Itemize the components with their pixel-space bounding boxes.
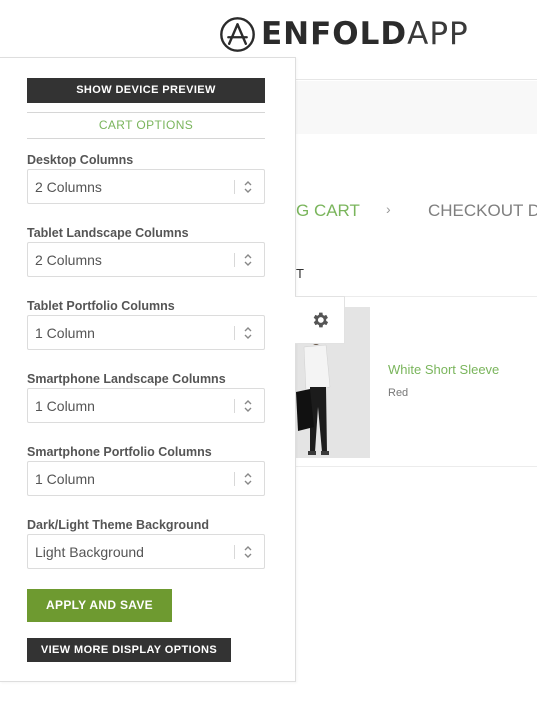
select-divider bbox=[234, 180, 235, 194]
tablet-landscape-columns-label: Tablet Landscape Columns bbox=[27, 226, 189, 240]
up-down-chevron-icon bbox=[244, 473, 252, 485]
cart-options-panel: SHOW DEVICE PREVIEW CART OPTIONS Desktop… bbox=[0, 57, 296, 682]
checkout-steps: G CART › CHECKOUT D bbox=[296, 201, 537, 225]
tablet-landscape-columns-select[interactable]: 2 Columns bbox=[27, 242, 265, 277]
select-value: 1 Column bbox=[35, 325, 95, 341]
select-divider bbox=[234, 399, 235, 413]
up-down-chevron-icon bbox=[244, 546, 252, 558]
select-value: 2 Columns bbox=[35, 179, 102, 195]
up-down-chevron-icon bbox=[244, 400, 252, 412]
site-logo[interactable]: ENFOLDAPP bbox=[219, 14, 469, 54]
cart-table-header: T bbox=[296, 266, 304, 281]
logo-wordmark: ENFOLDAPP bbox=[261, 15, 469, 52]
gear-icon bbox=[313, 312, 328, 328]
product-title-link[interactable]: White Short Sleeve bbox=[388, 362, 499, 377]
select-value: 2 Columns bbox=[35, 252, 102, 268]
desktop-columns-select[interactable]: 2 Columns bbox=[27, 169, 265, 204]
smartphone-landscape-columns-select[interactable]: 1 Column bbox=[27, 388, 265, 423]
up-down-chevron-icon bbox=[244, 254, 252, 266]
app-store-a-icon bbox=[220, 16, 255, 52]
step-checkout[interactable]: CHECKOUT D bbox=[428, 201, 537, 221]
theme-background-select[interactable]: Light Background bbox=[27, 534, 265, 569]
desktop-columns-label: Desktop Columns bbox=[27, 153, 134, 167]
chevron-right-icon: › bbox=[386, 201, 391, 217]
tablet-portfolio-columns-select[interactable]: 1 Column bbox=[27, 315, 265, 350]
tablet-portfolio-columns-label: Tablet Portfolio Columns bbox=[27, 299, 175, 313]
show-device-preview-button[interactable]: SHOW DEVICE PREVIEW bbox=[27, 78, 265, 103]
step-shopping-cart[interactable]: G CART bbox=[296, 201, 360, 221]
logo-light-text: APP bbox=[407, 15, 469, 52]
apply-and-save-button[interactable]: APPLY AND SAVE bbox=[27, 589, 172, 622]
smartphone-portfolio-columns-label: Smartphone Portfolio Columns bbox=[27, 445, 212, 459]
logo-bold-text: ENFOLD bbox=[261, 15, 408, 52]
select-divider bbox=[234, 472, 235, 486]
smartphone-landscape-columns-label: Smartphone Landscape Columns bbox=[27, 372, 226, 386]
smartphone-portfolio-columns-select[interactable]: 1 Column bbox=[27, 461, 265, 496]
settings-toggle-button[interactable] bbox=[295, 296, 345, 344]
product-variant: Red bbox=[388, 387, 409, 399]
select-divider bbox=[234, 253, 235, 267]
select-value: 1 Column bbox=[35, 398, 95, 414]
select-divider bbox=[234, 326, 235, 340]
select-value: Light Background bbox=[35, 544, 144, 560]
theme-background-label: Dark/Light Theme Background bbox=[27, 518, 209, 532]
row-divider bbox=[296, 466, 537, 467]
view-more-display-options-button[interactable]: VIEW MORE DISPLAY OPTIONS bbox=[27, 638, 231, 662]
up-down-chevron-icon bbox=[244, 327, 252, 339]
select-divider bbox=[234, 545, 235, 559]
up-down-chevron-icon bbox=[244, 181, 252, 193]
select-value: 1 Column bbox=[35, 471, 95, 487]
section-title-cart-options: CART OPTIONS bbox=[27, 112, 265, 139]
